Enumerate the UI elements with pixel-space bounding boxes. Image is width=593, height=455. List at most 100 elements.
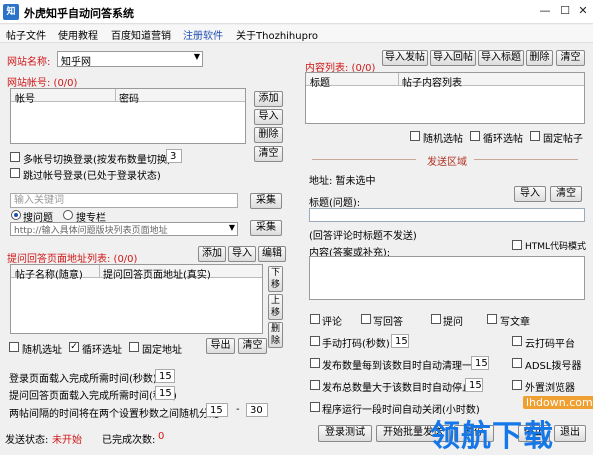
delete-content-button[interactable]: 删除 xyxy=(526,50,553,66)
delete-account-button[interactable]: 删除 xyxy=(254,127,283,143)
login-wait-label: 登录页面载入完成所需时间(秒数) xyxy=(9,374,157,385)
chevron-down-icon: ▼ xyxy=(193,52,200,61)
answer-wait-input[interactable]: 15 xyxy=(155,386,175,400)
close-icon[interactable]: ✕ xyxy=(576,4,590,18)
clear-title-button[interactable]: 清空 xyxy=(550,186,582,202)
chevron-down-icon: ▼ xyxy=(228,223,235,232)
clear-count-checkbox[interactable] xyxy=(310,358,320,368)
exit-button[interactable]: 退出 xyxy=(554,425,586,442)
search-question-radio[interactable] xyxy=(11,210,21,220)
import-qurl-button[interactable]: 导入 xyxy=(228,246,256,262)
clear-account-button[interactable]: 清空 xyxy=(254,146,283,162)
stop-count-input[interactable]: 15 xyxy=(465,378,483,392)
menu-posts-file[interactable]: 帖子文件 xyxy=(6,27,46,42)
write-answer-checkbox[interactable] xyxy=(361,314,371,324)
answer-wait-label: 提问回答页面载入完成所需时间(秒数) xyxy=(9,391,177,402)
menu-tutorial[interactable]: 使用教程 xyxy=(58,27,98,42)
interval-max-input[interactable]: 30 xyxy=(246,403,268,417)
import-post-button[interactable]: 导入发帖 xyxy=(382,50,428,66)
multi-switch-count[interactable]: 3 xyxy=(166,149,182,163)
add-qurl-button[interactable]: 添加 xyxy=(198,246,226,262)
ask-checkbox[interactable] xyxy=(431,314,441,324)
stop-count-label: 发布总数量大于该数目时自动停止 xyxy=(322,383,472,394)
random-post-checkbox[interactable] xyxy=(410,131,420,141)
interval-min-input[interactable]: 15 xyxy=(206,403,228,417)
cloud-code-checkbox[interactable] xyxy=(512,336,522,346)
divider xyxy=(474,159,578,160)
site-name-select[interactable]: 知乎网 ▼ xyxy=(57,51,203,68)
comment-checkbox[interactable] xyxy=(310,314,320,324)
manual-code-checkbox[interactable] xyxy=(310,336,320,346)
import-title-button[interactable]: 导入标题 xyxy=(478,50,524,66)
title-hint: (回答评论时标题不发送) xyxy=(309,231,417,242)
add-account-button[interactable]: 添加 xyxy=(254,91,283,107)
menu-about[interactable]: 关于Thozhihupro xyxy=(236,27,318,42)
adsl-checkbox[interactable] xyxy=(512,358,522,368)
cycle-url-checkbox[interactable]: ✓ xyxy=(69,342,79,352)
delete-qurl-button[interactable]: 删除 xyxy=(268,322,283,348)
clear-count-label: 发布数量每到该数目时自动清理一次 xyxy=(322,361,482,372)
write-article-checkbox[interactable] xyxy=(487,314,497,324)
random-url-checkbox[interactable] xyxy=(9,342,19,352)
import-title-small-button[interactable]: 导入 xyxy=(514,186,546,202)
menu-baidu-marketing[interactable]: 百度知道营销 xyxy=(111,27,171,42)
move-up-button[interactable]: 上移 xyxy=(268,294,283,320)
ext-browser-label: 外置浏览器 xyxy=(525,383,575,394)
cycle-post-checkbox[interactable] xyxy=(470,131,480,141)
app-logo-icon: 知 xyxy=(3,4,19,20)
column-divider xyxy=(115,89,116,102)
accounts-table[interactable]: 帐号 密码 xyxy=(10,88,246,144)
minimize-icon[interactable]: — xyxy=(538,4,552,18)
html-mode-checkbox[interactable] xyxy=(512,240,522,250)
divider xyxy=(312,159,416,160)
adsl-label: ADSL拨号器 xyxy=(525,361,582,372)
url-select[interactable]: http://输入具体问题版块列表页面地址 ▼ xyxy=(10,222,238,236)
skip-login-checkbox[interactable] xyxy=(10,168,20,178)
send-status-label: 发送状态: xyxy=(5,435,49,446)
manual-code-input[interactable]: 15 xyxy=(391,334,409,348)
keyword-input[interactable]: 输入关键词 xyxy=(10,193,238,208)
search-column-radio[interactable] xyxy=(63,210,73,220)
content-table[interactable]: 标题 帖子内容列表 xyxy=(305,72,585,124)
content-textarea[interactable] xyxy=(309,256,585,300)
random-url-label: 随机选址 xyxy=(22,345,62,356)
col-account: 帐号 xyxy=(15,94,35,105)
export-button[interactable]: 导出 xyxy=(206,338,235,354)
login-test-button[interactable]: 登录测试 xyxy=(318,425,372,442)
done-count-label: 已完成次数: xyxy=(102,435,156,446)
clear-content-button[interactable]: 清空 xyxy=(556,50,585,66)
qurl-table[interactable]: 帖子名称(随意) 提问回答页面地址(真实) xyxy=(10,264,263,334)
multi-switch-checkbox[interactable] xyxy=(10,152,20,162)
maximize-icon[interactable]: ☐ xyxy=(558,4,572,18)
skip-login-label: 跳过帐号登录(已处于登录状态) xyxy=(23,171,161,182)
send-status-value: 未开始 xyxy=(52,435,82,446)
manual-code-label: 手动打码(秒数) xyxy=(322,339,390,350)
site-name-label: 网站名称: xyxy=(7,57,51,68)
collect-url-button[interactable]: 采集 xyxy=(250,220,282,236)
watermark-logo: 领航下载 xyxy=(430,419,554,454)
cycle-url-label: 循环选址 xyxy=(82,345,122,356)
stop-count-checkbox[interactable] xyxy=(310,380,320,390)
clear-qurl-button[interactable]: 清空 xyxy=(238,338,267,354)
send-area-title: 发送区域 xyxy=(427,157,467,168)
interval-label: 两帖间隔的时间将在两个设置秒数之间随机分配 xyxy=(9,409,219,420)
clear-count-input[interactable]: 15 xyxy=(471,356,489,370)
import-reply-button[interactable]: 导入回帖 xyxy=(430,50,476,66)
import-account-button[interactable]: 导入 xyxy=(254,109,283,125)
collect-button[interactable]: 采集 xyxy=(250,193,282,209)
fixed-url-checkbox[interactable] xyxy=(129,342,139,352)
qurl-label: 提问回答页面地址列表: (0/0) xyxy=(7,254,138,265)
title-input[interactable] xyxy=(309,208,585,222)
login-wait-input[interactable]: 15 xyxy=(155,369,175,383)
watermark-url: lhdown.com xyxy=(523,396,593,409)
fixed-url-label: 固定地址 xyxy=(142,345,182,356)
menu-register[interactable]: 注册软件 xyxy=(183,27,223,42)
move-down-button[interactable]: 下移 xyxy=(268,266,283,292)
col-page-url: 提问回答页面地址(真实) xyxy=(103,270,211,281)
fixed-post-label: 固定帖子 xyxy=(543,134,583,145)
edit-qurl-button[interactable]: 编辑 xyxy=(258,246,286,262)
url-placeholder: http://输入具体问题版块列表页面地址 xyxy=(14,226,168,236)
fixed-post-checkbox[interactable] xyxy=(530,131,540,141)
auto-close-checkbox[interactable] xyxy=(310,402,320,412)
ext-browser-checkbox[interactable] xyxy=(512,380,522,390)
